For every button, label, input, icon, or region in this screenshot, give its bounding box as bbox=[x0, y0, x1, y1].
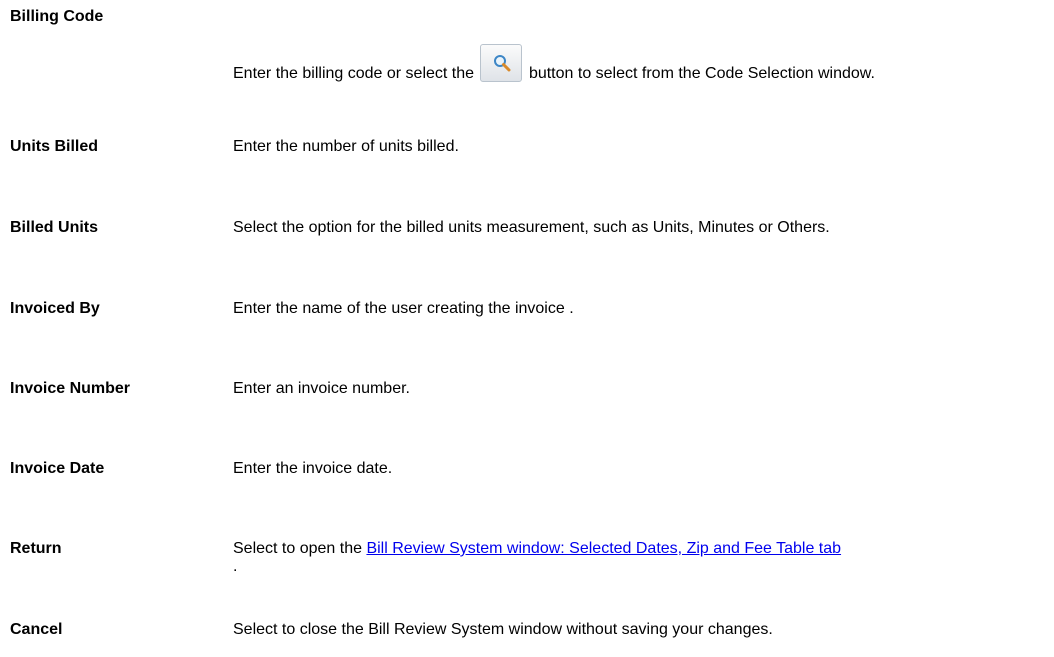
desc-invoice-date: Enter the invoice date. bbox=[233, 460, 393, 477]
term-return: Return bbox=[10, 540, 62, 557]
desc-invoiced-by: Enter the name of the user creating the … bbox=[233, 300, 574, 317]
term-units-billed: Units Billed bbox=[10, 138, 99, 155]
term-cancel: Cancel bbox=[10, 621, 63, 638]
term-invoice-date: Invoice Date bbox=[10, 460, 105, 477]
term-invoiced-by: Invoiced By bbox=[10, 300, 100, 317]
desc-invoice-number: Enter an invoice number. bbox=[233, 380, 410, 397]
desc-return-before: Select to open the bbox=[233, 540, 362, 557]
term-billing-code: Billing Code bbox=[10, 8, 104, 25]
desc-billing-code-before: Enter the billing code or select the bbox=[233, 65, 475, 82]
bill-review-system-link[interactable]: Bill Review System window: Selected Date… bbox=[366, 540, 841, 557]
desc-return-after: . bbox=[233, 558, 238, 575]
desc-billing-code: Enter the billing code or select the but… bbox=[233, 44, 1043, 83]
code-lookup-button[interactable] bbox=[480, 44, 523, 82]
search-icon bbox=[494, 55, 511, 72]
desc-cancel: Select to close the Bill Review System w… bbox=[233, 621, 773, 638]
desc-units-billed: Enter the number of units billed. bbox=[233, 138, 459, 155]
desc-billed-units: Select the option for the billed units m… bbox=[233, 219, 830, 236]
desc-billing-code-after: button to select from the Code Selection… bbox=[528, 65, 875, 82]
term-invoice-number: Invoice Number bbox=[10, 380, 131, 397]
desc-return: Select to open the Bill Review System wi… bbox=[233, 540, 1043, 576]
term-billed-units: Billed Units bbox=[10, 219, 99, 236]
